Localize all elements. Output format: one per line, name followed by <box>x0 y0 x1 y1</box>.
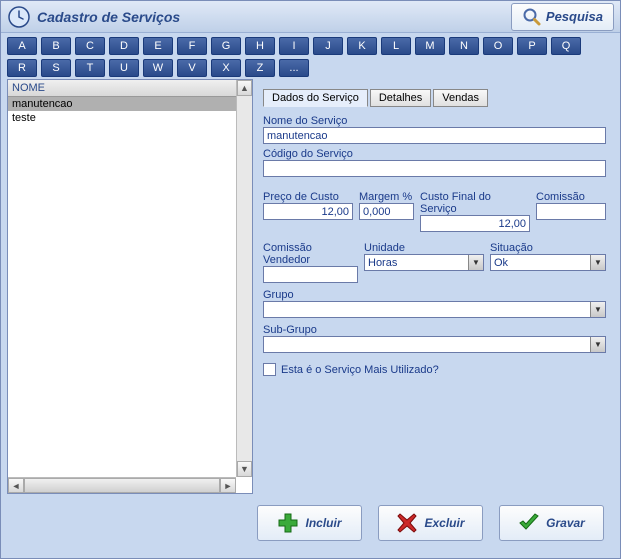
nome-input[interactable] <box>263 127 606 144</box>
chevron-down-icon[interactable]: ▼ <box>590 255 605 270</box>
alpha-button-t[interactable]: T <box>75 59 105 77</box>
service-registry-window: Cadastro de Serviços Pesquisa ABCDEFGHIJ… <box>0 0 621 559</box>
alpha-button-o[interactable]: O <box>483 37 513 55</box>
service-list-pane: NOME manutencaoteste ▲ ▼ ◄ ► <box>7 79 253 494</box>
search-button[interactable]: Pesquisa <box>511 3 614 31</box>
codigo-label: Código do Serviço <box>263 148 606 160</box>
excluir-button[interactable]: Excluir <box>378 505 483 541</box>
margem-input[interactable] <box>359 203 414 220</box>
preco-input[interactable] <box>263 203 353 220</box>
tab-vendas[interactable]: Vendas <box>433 89 488 107</box>
alpha-button-q[interactable]: Q <box>551 37 581 55</box>
plus-icon <box>277 512 299 534</box>
horizontal-scrollbar[interactable]: ◄ ► <box>8 477 236 493</box>
gravar-label: Gravar <box>546 516 585 530</box>
incluir-label: Incluir <box>305 516 341 530</box>
alpha-button-z[interactable]: Z <box>245 59 275 77</box>
alpha-button-e[interactable]: E <box>143 37 173 55</box>
grupo-select[interactable] <box>263 301 606 318</box>
comissao-vend-input[interactable] <box>263 266 358 283</box>
scroll-up-button[interactable]: ▲ <box>237 80 252 96</box>
alpha-button-i[interactable]: I <box>279 37 309 55</box>
unidade-select[interactable] <box>364 254 484 271</box>
scroll-thumb-h[interactable] <box>24 478 220 493</box>
alpha-button-r[interactable]: R <box>7 59 37 77</box>
nome-label: Nome do Serviço <box>263 115 606 127</box>
alpha-button-v[interactable]: V <box>177 59 207 77</box>
alpha-button-j[interactable]: J <box>313 37 343 55</box>
alpha-button-u[interactable]: U <box>109 59 139 77</box>
search-label: Pesquisa <box>546 9 603 24</box>
chevron-down-icon[interactable]: ▼ <box>590 337 605 352</box>
list-item[interactable]: teste <box>8 111 252 125</box>
scroll-left-button[interactable]: ◄ <box>8 478 24 493</box>
check-icon <box>518 512 540 534</box>
tab-detalhes[interactable]: Detalhes <box>370 89 431 107</box>
codigo-input[interactable] <box>263 160 606 177</box>
tab-dados-do-servi-o[interactable]: Dados do Serviço <box>263 89 368 107</box>
comissao-input[interactable] <box>536 203 606 220</box>
action-bar: Incluir Excluir Gravar <box>1 496 620 558</box>
incluir-button[interactable]: Incluir <box>257 505 362 541</box>
alpha-button-c[interactable]: C <box>75 37 105 55</box>
alpha-button-b[interactable]: B <box>41 37 71 55</box>
alpha-button-m[interactable]: M <box>415 37 445 55</box>
custo-final-label: Custo Final do Serviço <box>420 191 530 215</box>
chevron-down-icon[interactable]: ▼ <box>468 255 483 270</box>
form-pane: Dados do ServiçoDetalhesVendas Nome do S… <box>253 79 614 494</box>
scroll-down-button[interactable]: ▼ <box>237 461 252 477</box>
alpha-button-p[interactable]: P <box>517 37 547 55</box>
alpha-button-d[interactable]: D <box>109 37 139 55</box>
vertical-scrollbar[interactable]: ▲ ▼ <box>236 80 252 477</box>
subgrupo-label: Sub-Grupo <box>263 324 606 336</box>
unidade-label: Unidade <box>364 242 484 254</box>
titlebar: Cadastro de Serviços Pesquisa <box>1 1 620 33</box>
tabs: Dados do ServiçoDetalhesVendas <box>263 89 606 107</box>
preco-label: Preço de Custo <box>263 191 353 203</box>
alpha-button-l[interactable]: L <box>381 37 411 55</box>
alpha-button-n[interactable]: N <box>449 37 479 55</box>
alpha-button-k[interactable]: K <box>347 37 377 55</box>
custo-final-input[interactable] <box>420 215 530 232</box>
situacao-select[interactable] <box>490 254 606 271</box>
mais-utilizado-label: Esta é o Serviço Mais Utilizado? <box>281 364 439 376</box>
comissao-label: Comissão <box>536 191 606 203</box>
alphabet-filter: ABCDEFGHIJKLMNOPQ RSTUWVXZ... <box>1 33 620 79</box>
gravar-button[interactable]: Gravar <box>499 505 604 541</box>
comissao-vend-label: Comissão Vendedor <box>263 242 358 266</box>
x-icon <box>396 512 418 534</box>
alpha-button-h[interactable]: H <box>245 37 275 55</box>
alpha-button-g[interactable]: G <box>211 37 241 55</box>
clock-icon <box>7 5 31 29</box>
list-body[interactable]: manutencaoteste <box>8 97 252 493</box>
list-column-header[interactable]: NOME <box>8 80 252 97</box>
alpha-button-f[interactable]: F <box>177 37 207 55</box>
alpha-button-w[interactable]: W <box>143 59 173 77</box>
scroll-right-button[interactable]: ► <box>220 478 236 493</box>
list-item[interactable]: manutencao <box>8 97 252 111</box>
alpha-button-...[interactable]: ... <box>279 59 309 77</box>
grupo-label: Grupo <box>263 289 606 301</box>
subgrupo-select[interactable] <box>263 336 606 353</box>
situacao-label: Situação <box>490 242 606 254</box>
margem-label: Margem % <box>359 191 414 203</box>
alpha-button-s[interactable]: S <box>41 59 71 77</box>
window-title: Cadastro de Serviços <box>37 9 511 25</box>
alpha-button-a[interactable]: A <box>7 37 37 55</box>
mais-utilizado-checkbox[interactable] <box>263 363 276 376</box>
chevron-down-icon[interactable]: ▼ <box>590 302 605 317</box>
magnifier-icon <box>522 7 542 27</box>
alpha-button-x[interactable]: X <box>211 59 241 77</box>
excluir-label: Excluir <box>424 516 464 530</box>
